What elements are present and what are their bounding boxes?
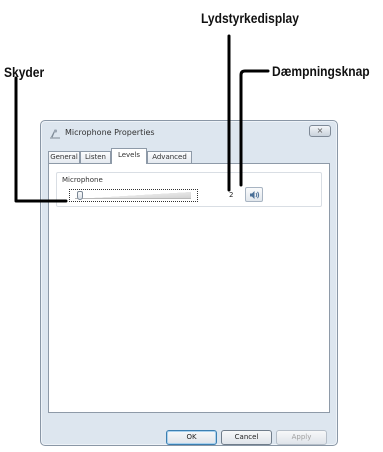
- slider-callout-label: Skyder: [4, 64, 45, 80]
- ok-button[interactable]: OK: [166, 430, 217, 445]
- title-bar[interactable]: Microphone Properties ×: [41, 121, 337, 147]
- speaker-icon: [250, 191, 260, 199]
- microphone-properties-dialog: Microphone Properties × General Listen L…: [40, 120, 338, 446]
- microphone-group: Microphone 2: [56, 172, 322, 207]
- cancel-button[interactable]: Cancel: [221, 430, 272, 445]
- close-button[interactable]: ×: [309, 125, 331, 137]
- apply-button[interactable]: Apply: [276, 430, 327, 445]
- microphone-group-label: Microphone: [62, 176, 103, 184]
- mute-button-callout-label: Dæmpningsknap: [272, 63, 370, 79]
- tab-general[interactable]: General: [48, 151, 80, 163]
- volume-slider[interactable]: [69, 189, 198, 202]
- slider-thumb[interactable]: [77, 191, 84, 200]
- tab-levels[interactable]: Levels: [111, 148, 147, 164]
- volume-display-callout-label: Lydstyrkedisplay: [201, 10, 299, 26]
- slider-track-edge: [75, 198, 191, 199]
- volume-value: 2: [229, 191, 234, 199]
- mute-button[interactable]: [245, 187, 263, 202]
- tab-advanced[interactable]: Advanced: [147, 151, 192, 163]
- tab-listen[interactable]: Listen: [80, 151, 111, 163]
- microphone-icon: [50, 129, 60, 139]
- levels-panel: Microphone 2: [48, 163, 330, 413]
- dialog-title: Microphone Properties: [65, 128, 155, 137]
